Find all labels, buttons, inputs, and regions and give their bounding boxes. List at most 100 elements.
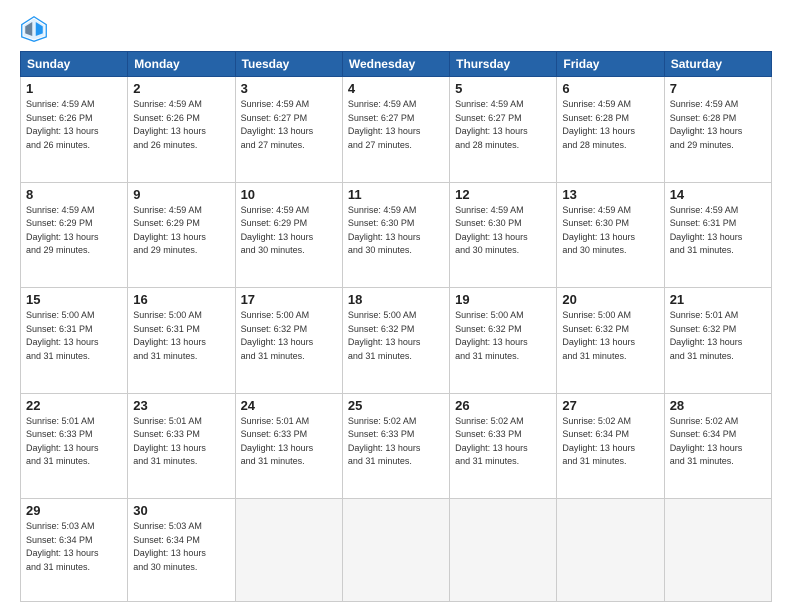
day-info: Sunrise: 5:02 AM Sunset: 6:33 PM Dayligh…	[455, 415, 551, 469]
day-number: 25	[348, 398, 444, 413]
calendar-week-3: 15Sunrise: 5:00 AM Sunset: 6:31 PM Dayli…	[21, 288, 772, 394]
day-info: Sunrise: 5:00 AM Sunset: 6:31 PM Dayligh…	[133, 309, 229, 363]
day-info: Sunrise: 4:59 AM Sunset: 6:29 PM Dayligh…	[133, 204, 229, 258]
day-info: Sunrise: 4:59 AM Sunset: 6:27 PM Dayligh…	[348, 98, 444, 152]
day-info: Sunrise: 5:02 AM Sunset: 6:34 PM Dayligh…	[562, 415, 658, 469]
weekday-header-wednesday: Wednesday	[342, 52, 449, 77]
day-number: 2	[133, 81, 229, 96]
header	[20, 15, 772, 43]
calendar-cell: 2 Sunrise: 4:59 AM Sunset: 6:26 PM Daylig…	[128, 77, 235, 183]
day-info: Sunrise: 5:03 AM Sunset: 6:34 PM Dayligh…	[133, 520, 229, 574]
calendar-cell: 9 Sunrise: 4:59 AM Sunset: 6:29 PM Daylig…	[128, 182, 235, 288]
day-info: Sunrise: 5:00 AM Sunset: 6:32 PM Dayligh…	[455, 309, 551, 363]
calendar-cell: 22 Sunrise: 5:01 AM Sunset: 6:33 PM Dayli…	[21, 393, 128, 499]
calendar-cell: 19Sunrise: 5:00 AM Sunset: 6:32 PM Dayli…	[450, 288, 557, 394]
day-number: 12	[455, 187, 551, 202]
day-info: Sunrise: 5:01 AM Sunset: 6:33 PM Dayligh…	[241, 415, 337, 469]
day-info: Sunrise: 5:03 AM Sunset: 6:34 PM Dayligh…	[26, 520, 122, 574]
day-info: Sunrise: 5:00 AM Sunset: 6:32 PM Dayligh…	[348, 309, 444, 363]
page: SundayMondayTuesdayWednesdayThursdayFrid…	[0, 0, 792, 612]
day-number: 13	[562, 187, 658, 202]
day-number: 8	[26, 187, 122, 202]
calendar-cell: 3 Sunrise: 4:59 AM Sunset: 6:27 PM Daylig…	[235, 77, 342, 183]
day-number: 3	[241, 81, 337, 96]
calendar-cell: 29Sunrise: 5:03 AM Sunset: 6:34 PM Dayli…	[21, 499, 128, 602]
day-info: Sunrise: 5:00 AM Sunset: 6:32 PM Dayligh…	[241, 309, 337, 363]
calendar-cell: 28 Sunrise: 5:02 AM Sunset: 6:34 PM Dayli…	[664, 393, 771, 499]
day-number: 17	[241, 292, 337, 307]
day-info: Sunrise: 5:01 AM Sunset: 6:33 PM Dayligh…	[133, 415, 229, 469]
calendar-cell: 26 Sunrise: 5:02 AM Sunset: 6:33 PM Dayli…	[450, 393, 557, 499]
day-number: 26	[455, 398, 551, 413]
calendar-cell	[557, 499, 664, 602]
calendar-cell	[450, 499, 557, 602]
calendar-cell: 18 Sunrise: 5:00 AM Sunset: 6:32 PM Dayli…	[342, 288, 449, 394]
weekday-header-row: SundayMondayTuesdayWednesdayThursdayFrid…	[21, 52, 772, 77]
day-info: Sunrise: 4:59 AM Sunset: 6:26 PM Dayligh…	[26, 98, 122, 152]
calendar-cell: 8Sunrise: 4:59 AM Sunset: 6:29 PM Daylig…	[21, 182, 128, 288]
day-number: 4	[348, 81, 444, 96]
calendar-week-2: 8 Sunrise: 4:59 AM Sunset: 6:29 PM Daylig…	[21, 182, 772, 288]
day-number: 10	[241, 187, 337, 202]
day-number: 23	[133, 398, 229, 413]
day-number: 24	[241, 398, 337, 413]
calendar-cell: 15Sunrise: 5:00 AM Sunset: 6:31 PM Dayli…	[21, 288, 128, 394]
day-info: Sunrise: 4:59 AM Sunset: 6:26 PM Dayligh…	[133, 98, 229, 152]
day-number: 1	[26, 81, 122, 96]
calendar-cell: 21 Sunrise: 5:01 AM Sunset: 6:32 PM Dayli…	[664, 288, 771, 394]
calendar-week-1: 1 Sunrise: 4:59 AM Sunset: 6:26 PM Daylig…	[21, 77, 772, 183]
weekday-header-thursday: Thursday	[450, 52, 557, 77]
day-info: Sunrise: 5:01 AM Sunset: 6:32 PM Dayligh…	[670, 309, 766, 363]
calendar-cell: 23 Sunrise: 5:01 AM Sunset: 6:33 PM Dayli…	[128, 393, 235, 499]
day-number: 21	[670, 292, 766, 307]
day-number: 27	[562, 398, 658, 413]
day-number: 14	[670, 187, 766, 202]
weekday-header-saturday: Saturday	[664, 52, 771, 77]
day-number: 22	[26, 398, 122, 413]
calendar-cell: 24 Sunrise: 5:01 AM Sunset: 6:33 PM Dayli…	[235, 393, 342, 499]
day-number: 11	[348, 187, 444, 202]
day-info: Sunrise: 5:02 AM Sunset: 6:34 PM Dayligh…	[670, 415, 766, 469]
day-number: 5	[455, 81, 551, 96]
calendar-cell: 25 Sunrise: 5:02 AM Sunset: 6:33 PM Dayli…	[342, 393, 449, 499]
calendar-cell: 12Sunrise: 4:59 AM Sunset: 6:30 PM Dayli…	[450, 182, 557, 288]
weekday-header-tuesday: Tuesday	[235, 52, 342, 77]
calendar-cell: 5 Sunrise: 4:59 AM Sunset: 6:27 PM Daylig…	[450, 77, 557, 183]
day-info: Sunrise: 4:59 AM Sunset: 6:27 PM Dayligh…	[455, 98, 551, 152]
calendar-cell: 16 Sunrise: 5:00 AM Sunset: 6:31 PM Dayli…	[128, 288, 235, 394]
day-number: 30	[133, 503, 229, 518]
calendar-cell: 13 Sunrise: 4:59 AM Sunset: 6:30 PM Dayli…	[557, 182, 664, 288]
day-number: 6	[562, 81, 658, 96]
calendar-cell: 14Sunrise: 4:59 AM Sunset: 6:31 PM Dayli…	[664, 182, 771, 288]
day-number: 16	[133, 292, 229, 307]
calendar-cell: 20 Sunrise: 5:00 AM Sunset: 6:32 PM Dayli…	[557, 288, 664, 394]
calendar-cell: 30 Sunrise: 5:03 AM Sunset: 6:34 PM Dayli…	[128, 499, 235, 602]
day-info: Sunrise: 4:59 AM Sunset: 6:28 PM Dayligh…	[562, 98, 658, 152]
day-number: 18	[348, 292, 444, 307]
day-number: 20	[562, 292, 658, 307]
calendar-body: 1 Sunrise: 4:59 AM Sunset: 6:26 PM Daylig…	[21, 77, 772, 602]
day-number: 28	[670, 398, 766, 413]
calendar-cell	[342, 499, 449, 602]
day-info: Sunrise: 4:59 AM Sunset: 6:29 PM Dayligh…	[241, 204, 337, 258]
calendar-week-4: 22 Sunrise: 5:01 AM Sunset: 6:33 PM Dayli…	[21, 393, 772, 499]
calendar-cell	[664, 499, 771, 602]
day-info: Sunrise: 4:59 AM Sunset: 6:28 PM Dayligh…	[670, 98, 766, 152]
calendar-cell: 17 Sunrise: 5:00 AM Sunset: 6:32 PM Dayli…	[235, 288, 342, 394]
weekday-header-friday: Friday	[557, 52, 664, 77]
calendar-cell: 7Sunrise: 4:59 AM Sunset: 6:28 PM Daylig…	[664, 77, 771, 183]
day-info: Sunrise: 4:59 AM Sunset: 6:30 PM Dayligh…	[562, 204, 658, 258]
day-number: 9	[133, 187, 229, 202]
weekday-header-monday: Monday	[128, 52, 235, 77]
day-info: Sunrise: 4:59 AM Sunset: 6:27 PM Dayligh…	[241, 98, 337, 152]
calendar-week-5: 29Sunrise: 5:03 AM Sunset: 6:34 PM Dayli…	[21, 499, 772, 602]
day-info: Sunrise: 4:59 AM Sunset: 6:30 PM Dayligh…	[348, 204, 444, 258]
calendar-cell: 1 Sunrise: 4:59 AM Sunset: 6:26 PM Daylig…	[21, 77, 128, 183]
calendar-cell: 4 Sunrise: 4:59 AM Sunset: 6:27 PM Daylig…	[342, 77, 449, 183]
day-info: Sunrise: 5:00 AM Sunset: 6:32 PM Dayligh…	[562, 309, 658, 363]
day-info: Sunrise: 5:01 AM Sunset: 6:33 PM Dayligh…	[26, 415, 122, 469]
day-info: Sunrise: 5:02 AM Sunset: 6:33 PM Dayligh…	[348, 415, 444, 469]
calendar-cell: 27 Sunrise: 5:02 AM Sunset: 6:34 PM Dayli…	[557, 393, 664, 499]
calendar-cell: 6 Sunrise: 4:59 AM Sunset: 6:28 PM Daylig…	[557, 77, 664, 183]
day-info: Sunrise: 5:00 AM Sunset: 6:31 PM Dayligh…	[26, 309, 122, 363]
